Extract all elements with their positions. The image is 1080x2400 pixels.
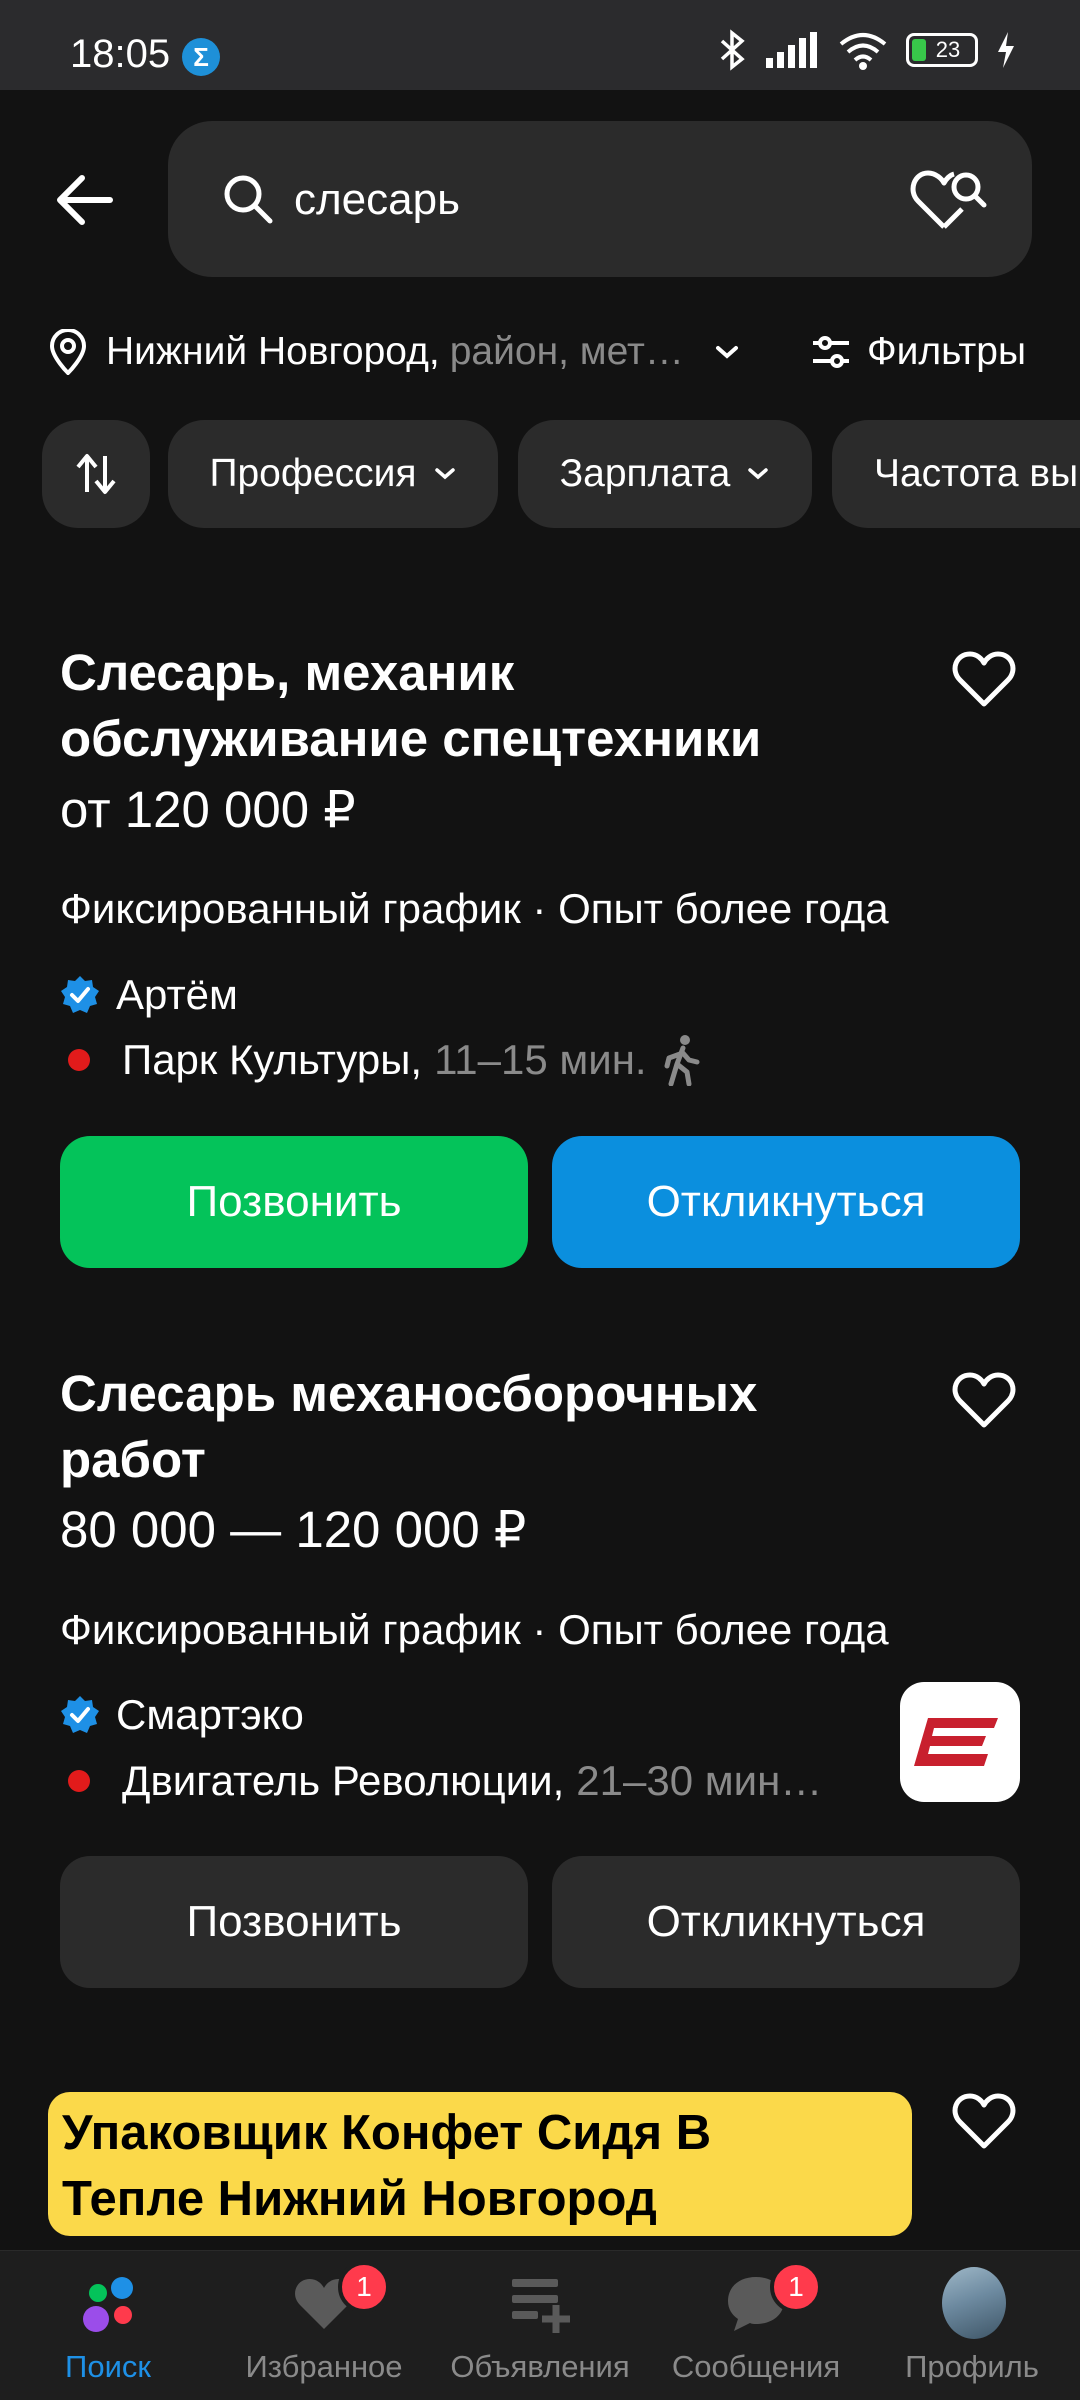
- sort-icon: [76, 454, 116, 494]
- metro-station: Двигатель Революции,: [122, 1757, 565, 1804]
- chip-salary[interactable]: Зарплата: [518, 420, 812, 528]
- vacancy-title-line: Тепле Нижний Новгород: [62, 2172, 657, 2226]
- verified-badge-icon: [61, 1696, 99, 1733]
- charging-icon: [998, 32, 1014, 68]
- chevron-down-icon: [715, 346, 738, 359]
- vacancy-meta: Фиксированный график · Опыт более года: [60, 1606, 889, 1653]
- nav-messages[interactable]: 1 Сообщения: [648, 2251, 864, 2400]
- favorite-heart-icon[interactable]: [952, 1371, 1016, 1429]
- metro-line-dot: [68, 1049, 90, 1071]
- location-city: Нижний Новгород,: [106, 330, 440, 373]
- search-tab-icon: [83, 2277, 133, 2332]
- nav-profile-label: Профиль: [905, 2349, 1039, 2384]
- nav-ads[interactable]: Объявления: [432, 2251, 648, 2400]
- apply-button[interactable]: Откликнуться: [552, 1136, 1020, 1268]
- employer[interactable]: Смартэко: [60, 1690, 304, 1740]
- favorite-heart-icon[interactable]: [952, 650, 1016, 708]
- vacancy-title[interactable]: Слесарь, механик обслуживание спецтехник…: [60, 640, 860, 772]
- vacancy-title-line: Слесарь, механик: [60, 644, 515, 701]
- vacancy-salary: 80 000 — 120 000 ₽: [60, 1501, 527, 1558]
- employer-name: Артём: [116, 971, 238, 1018]
- search-query: слесарь: [294, 175, 461, 224]
- bluetooth-icon: [720, 29, 745, 71]
- vacancy-title-line: обслуживание спецтехники: [60, 710, 762, 767]
- metro-info: Парк Культуры, 11–15 мин.: [60, 1035, 701, 1086]
- sort-button[interactable]: [42, 420, 150, 528]
- travel-time: 21–30 мин…: [576, 1757, 823, 1804]
- employer-logo-icon: [914, 1718, 998, 1766]
- nav-profile[interactable]: Профиль: [864, 2251, 1080, 2400]
- filters-icon: [812, 336, 849, 368]
- status-bar: 18:05 Σ 23: [0, 0, 1080, 90]
- nav-messages-label: Сообщения: [671, 2349, 841, 2384]
- walking-icon: [664, 1035, 700, 1086]
- saved-search-heart-icon[interactable]: [910, 165, 988, 231]
- vacancy-meta: Фиксированный график · Опыт более года: [60, 885, 889, 932]
- avatar: [942, 2267, 1006, 2339]
- chip-profession-label: Профессия: [209, 452, 417, 495]
- ads-icon: [512, 2279, 570, 2333]
- metro-info: Двигатель Революции, 21–30 мин…: [60, 1756, 822, 1806]
- bottom-nav: Поиск 1 Избранное Объявления 1 Сообщения…: [0, 2250, 1080, 2400]
- location-hint: район, мет…: [449, 330, 684, 373]
- apply-button[interactable]: Откликнуться: [552, 1856, 1020, 1988]
- travel-time: 11–15 мин.: [434, 1036, 647, 1083]
- verified-badge-icon: [61, 976, 99, 1013]
- vacancy-title[interactable]: Слесарь механосборочных работ: [60, 1361, 860, 1493]
- chip-payment-frequency-label: Частота вы: [874, 452, 1079, 495]
- chevron-down-icon: [748, 468, 769, 480]
- battery-icon: 23: [906, 33, 978, 67]
- vacancy-title-highlighted[interactable]: Упаковщик Конфет Сидя В Тепле Нижний Нов…: [48, 2092, 912, 2236]
- location-selector[interactable]: Нижний Новгород, район, мет…: [48, 322, 742, 382]
- back-arrow-icon[interactable]: [50, 165, 120, 235]
- employer-logo: [900, 1682, 1020, 1802]
- chip-salary-label: Зарплата: [559, 452, 731, 495]
- filters-button[interactable]: Фильтры: [811, 322, 1026, 382]
- call-button[interactable]: Позвонить: [60, 1856, 528, 1988]
- app-notification-icon: Σ: [182, 38, 220, 76]
- vacancy-title-line: Упаковщик Конфет Сидя В: [62, 2106, 712, 2160]
- vacancy-title-line: Слесарь механосборочных: [60, 1365, 758, 1422]
- nav-favorites-label: Избранное: [245, 2349, 403, 2384]
- wifi-icon: [839, 33, 887, 70]
- filters-label: Фильтры: [866, 330, 1026, 373]
- chip-payment-frequency[interactable]: Частота вы: [832, 420, 1080, 528]
- nav-search[interactable]: Поиск: [0, 2251, 216, 2400]
- favorite-heart-icon[interactable]: [952, 2092, 1016, 2150]
- employer[interactable]: Артём: [60, 970, 238, 1020]
- nav-ads-label: Объявления: [450, 2349, 630, 2384]
- employer-name: Смартэко: [116, 1691, 304, 1738]
- search-input[interactable]: слесарь: [168, 121, 1032, 277]
- signal-icon: [766, 32, 817, 68]
- status-time: 18:05: [70, 32, 171, 76]
- nav-favorites[interactable]: 1 Избранное: [216, 2251, 432, 2400]
- location-pin-icon: [49, 329, 87, 375]
- battery-level: 23: [935, 37, 961, 62]
- search-icon: [224, 175, 273, 224]
- vacancy-salary: от 120 000 ₽: [60, 781, 356, 838]
- metro-line-dot: [68, 1770, 90, 1792]
- call-button[interactable]: Позвонить: [60, 1136, 528, 1268]
- nav-search-label: Поиск: [65, 2349, 151, 2384]
- chevron-down-icon: [434, 468, 455, 480]
- vacancy-title-line: работ: [60, 1431, 206, 1488]
- status-icons: 23: [718, 29, 1016, 71]
- chip-profession[interactable]: Профессия: [168, 420, 498, 528]
- favorites-badge: 1: [338, 2261, 390, 2313]
- messages-badge: 1: [770, 2261, 822, 2313]
- metro-station: Парк Культуры,: [122, 1036, 423, 1083]
